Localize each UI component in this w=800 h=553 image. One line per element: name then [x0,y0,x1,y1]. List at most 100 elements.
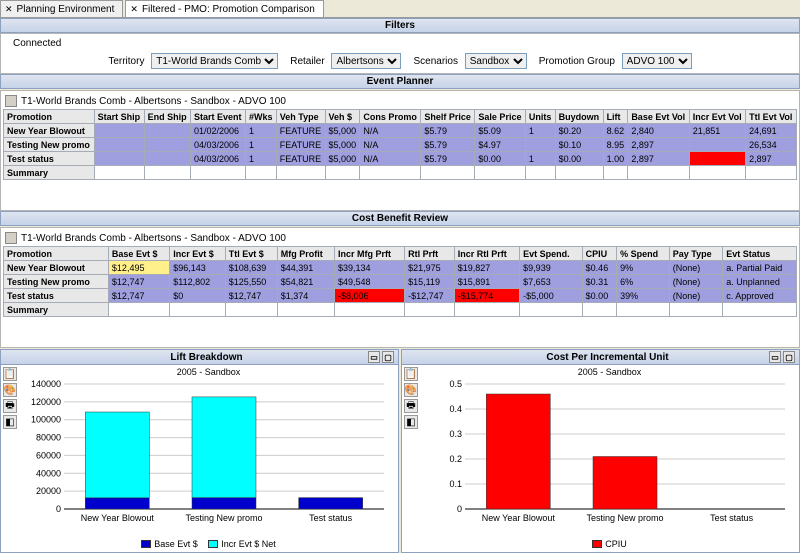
grid-icon[interactable] [5,95,17,107]
column-header[interactable]: Buydown [555,110,603,124]
column-header[interactable]: Start Ship [94,110,144,124]
chart-title: Cost Per Incremental Unit [546,352,668,363]
chart-config-icon[interactable]: ▭ [368,351,380,363]
column-header[interactable]: Veh $ [325,110,360,124]
column-header[interactable]: Base Evt $ [108,247,169,261]
column-header[interactable]: Sale Price [475,110,525,124]
lift-breakdown-panel: Lift Breakdown ▭ ▢ 📋 🎨 🖶 ◧ 2005 - Sandbo… [0,349,399,553]
chart-maximize-icon[interactable]: ▢ [783,351,795,363]
chart-subtitle: 2005 - Sandbox [19,365,398,379]
filters-panel: Connected Territory T1-World Brands Comb… [0,33,800,74]
print-icon[interactable]: 🖶 [404,399,418,413]
svg-text:140000: 140000 [31,379,61,389]
column-header[interactable]: Evt Spend. [520,247,583,261]
table-row[interactable]: New Year Blowout$12,495$96,143$108,639$4… [4,261,797,275]
table-row[interactable]: New Year Blowout01/02/20061FEATURE$5,000… [4,124,797,138]
cpiu-chart: 00.10.20.30.40.5New Year BlowoutTesting … [420,379,790,534]
table-row[interactable]: Test status04/03/20061FEATURE$5,000N/A$5… [4,152,797,166]
column-header[interactable]: Incr Mfg Prft [335,247,405,261]
event-planner-grid[interactable]: PromotionStart ShipEnd ShipStart Event#W… [3,109,797,180]
column-header[interactable]: CPIU [582,247,616,261]
svg-text:0.3: 0.3 [449,429,462,439]
chart-toolbar: 📋 🎨 🖶 ◧ [402,365,420,552]
filters-title: Filters [0,18,800,33]
palette-icon[interactable]: 🎨 [404,383,418,397]
table-row[interactable]: Test status$12,747$0$12,747$1,374-$8,006… [4,289,797,303]
column-header[interactable]: End Ship [144,110,190,124]
copy-icon[interactable]: 📋 [3,367,17,381]
svg-text:Test status: Test status [309,513,353,523]
cost-benefit-title: Cost Benefit Review [0,211,800,226]
column-header[interactable]: Start Event [191,110,246,124]
promotion-group-select[interactable]: ADVO 100 [622,53,692,69]
column-header[interactable]: Base Evt Vol [628,110,689,124]
column-header[interactable]: Pay Type [669,247,723,261]
tab-label: Filtered - PMO: Promotion Comparison [142,4,315,15]
svg-text:Testing New promo: Testing New promo [586,513,663,523]
column-header[interactable]: Incr Evt Vol [689,110,745,124]
cost-benefit-subtitle: T1-World Brands Comb - Albertsons - Sand… [21,233,286,244]
column-header[interactable]: % Spend [617,247,670,261]
event-planner-title: Event Planner [0,74,800,89]
tab-bar: ✕ Planning Environment ✕ Filtered - PMO:… [0,0,800,18]
promotion-group-label: Promotion Group [539,56,615,67]
cost-benefit-panel: T1-World Brands Comb - Albertsons - Sand… [0,227,800,348]
copy-icon[interactable]: 📋 [404,367,418,381]
scenarios-label: Scenarios [413,56,457,67]
table-row[interactable]: Summary [4,303,797,317]
print-icon[interactable]: 🖶 [3,399,17,413]
svg-text:60000: 60000 [36,450,61,460]
column-header[interactable]: Incr Rtl Prft [454,247,519,261]
svg-text:0.5: 0.5 [449,379,462,389]
column-header[interactable]: Units [525,110,555,124]
column-header[interactable]: Promotion [4,110,95,124]
palette-icon[interactable]: 🎨 [3,383,17,397]
chart-toolbar: 📋 🎨 🖶 ◧ [1,365,19,552]
chart-type-icon[interactable]: ◧ [3,415,17,429]
svg-text:0: 0 [457,504,462,514]
close-icon[interactable]: ✕ [130,4,138,15]
svg-text:0.1: 0.1 [449,479,462,489]
territory-select[interactable]: T1-World Brands Comb [151,53,278,69]
column-header[interactable]: Veh Type [276,110,325,124]
cpiu-panel: Cost Per Incremental Unit ▭ ▢ 📋 🎨 🖶 ◧ 20… [401,349,800,553]
chart-maximize-icon[interactable]: ▢ [382,351,394,363]
column-header[interactable]: Ttl Evt Vol [746,110,797,124]
table-row[interactable]: Testing New promo04/03/20061FEATURE$5,00… [4,138,797,152]
svg-text:0: 0 [56,504,61,514]
svg-text:80000: 80000 [36,433,61,443]
chart-legend: Base Evt $ Incr Evt $ Net [19,537,398,552]
retailer-select[interactable]: Albertsons [331,53,401,69]
column-header[interactable]: Shelf Price [421,110,475,124]
chart-title: Lift Breakdown [170,352,242,363]
svg-text:Test status: Test status [710,513,754,523]
svg-text:New Year Blowout: New Year Blowout [482,513,556,523]
column-header[interactable]: Cons Promo [360,110,421,124]
column-header[interactable]: Evt Status [723,247,797,261]
svg-text:Testing New promo: Testing New promo [185,513,262,523]
column-header[interactable]: Mfg Profit [277,247,334,261]
column-header[interactable]: Rtl Prft [405,247,455,261]
event-planner-subtitle: T1-World Brands Comb - Albertsons - Sand… [21,96,286,107]
column-header[interactable]: Ttl Evt $ [225,247,277,261]
chart-legend: CPIU [420,537,799,552]
tab-filtered-pmo[interactable]: ✕ Filtered - PMO: Promotion Comparison [125,0,323,17]
chart-type-icon[interactable]: ◧ [404,415,418,429]
lift-breakdown-chart: 020000400006000080000100000120000140000N… [19,379,389,534]
grid-icon[interactable] [5,232,17,244]
column-header[interactable]: Incr Evt $ [170,247,226,261]
svg-text:100000: 100000 [31,415,61,425]
table-row[interactable]: Summary [4,166,797,180]
chart-config-icon[interactable]: ▭ [769,351,781,363]
cost-benefit-grid[interactable]: PromotionBase Evt $Incr Evt $Ttl Evt $Mf… [3,246,797,317]
tab-planning-environment[interactable]: ✕ Planning Environment [0,0,123,17]
table-row[interactable]: Testing New promo$12,747$112,802$125,550… [4,275,797,289]
column-header[interactable]: #Wks [246,110,277,124]
column-header[interactable]: Promotion [4,247,109,261]
svg-text:40000: 40000 [36,468,61,478]
event-planner-panel: T1-World Brands Comb - Albertsons - Sand… [0,90,800,211]
column-header[interactable]: Lift [603,110,628,124]
scenarios-select[interactable]: Sandbox [465,53,527,69]
close-icon[interactable]: ✕ [5,4,13,15]
svg-text:0.2: 0.2 [449,454,462,464]
